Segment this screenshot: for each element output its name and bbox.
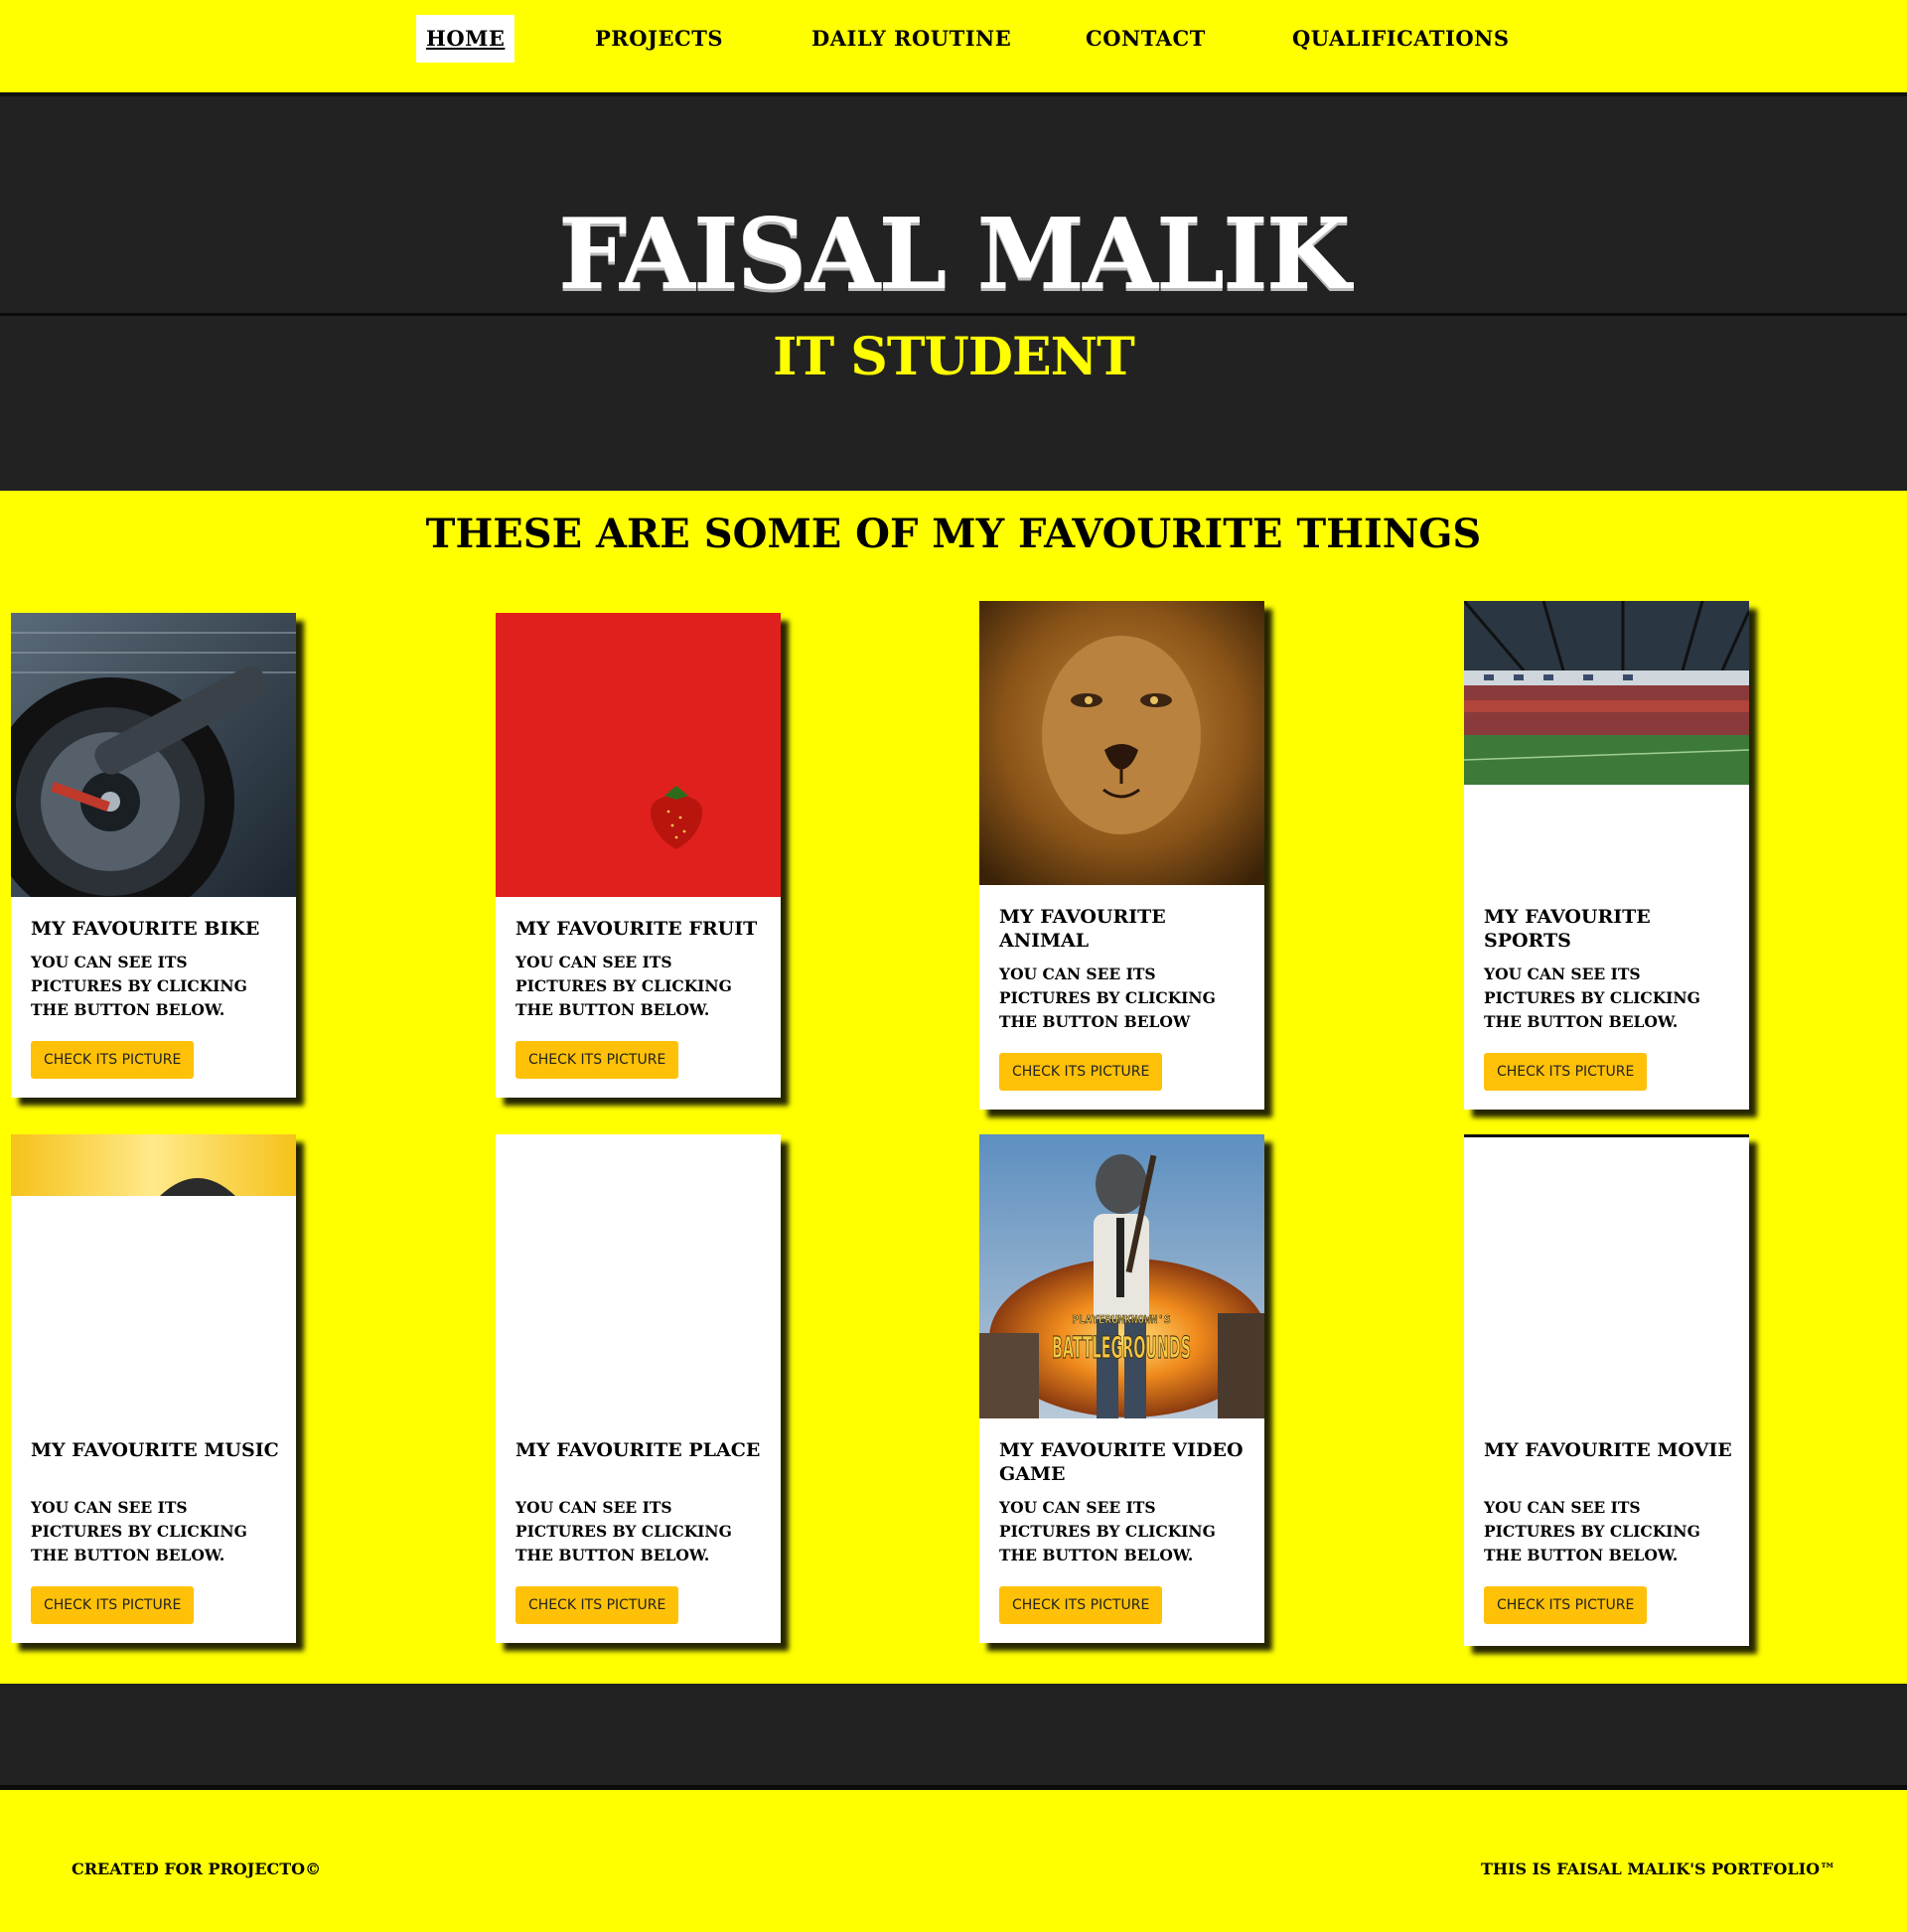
pubg-logo-top: PLAYERUNKNOWN'S [1072, 1313, 1170, 1326]
card-movie: MY FAVOURITE MOVIE YOU CAN SEE ITS PICTU… [1464, 1134, 1749, 1646]
card-title: MY FAVOURITE VIDEO GAME [999, 1439, 1244, 1485]
card-title: MY FAVOURITE FRUIT [515, 918, 758, 940]
card-bike: MY FAVOURITE BIKE YOU CAN SEE ITS PICTUR… [11, 613, 296, 1098]
card-text: YOU CAN SEE ITS PICTURES BY CLICKING THE… [515, 1498, 732, 1564]
check-picture-button[interactable]: CHECK ITS PICTURE [999, 1053, 1163, 1091]
check-picture-button[interactable]: CHECK ITS PICTURE [1484, 1586, 1648, 1624]
pubg-image: PLAYERUNKNOWN'S BATTLEGROUNDS [979, 1134, 1264, 1418]
stadium-image [1464, 601, 1749, 785]
fruit-image [496, 613, 781, 897]
card-title: MY FAVOURITE MUSIC [31, 1439, 279, 1461]
nav-qualifications[interactable]: QUALIFICATIONS [1282, 15, 1520, 63]
card-fruit: MY FAVOURITE FRUIT YOU CAN SEE ITS PICTU… [496, 613, 781, 1098]
check-picture-button[interactable]: CHECK ITS PICTURE [31, 1586, 195, 1624]
pubg-logo-bottom: BATTLEGROUNDS [1052, 1331, 1191, 1366]
check-picture-button[interactable]: CHECK ITS PICTURE [515, 1586, 679, 1624]
lion-image [979, 601, 1264, 885]
card-text: YOU CAN SEE ITS PICTURES BY CLICKING THE… [999, 965, 1216, 1031]
card-title: MY FAVOURITE ANIMAL [999, 906, 1166, 952]
music-image [11, 1134, 296, 1196]
nav-projects[interactable]: PROJECTS [585, 15, 733, 63]
card-title: MY FAVOURITE MOVIE [1484, 1439, 1732, 1461]
bike-image [11, 613, 296, 897]
dark-band [0, 1684, 1907, 1785]
card-text: YOU CAN SEE ITS PICTURES BY CLICKING THE… [1484, 1498, 1700, 1564]
card-text: YOU CAN SEE ITS PICTURES BY CLICKING THE… [31, 1498, 247, 1564]
hero-banner: FAISAL MALIK IT STUDENT [0, 96, 1907, 491]
check-picture-button[interactable]: CHECK ITS PICTURE [999, 1586, 1163, 1624]
nav-home[interactable]: HOME [416, 15, 515, 63]
footer-credit: CREATED FOR PROJECTO© [72, 1859, 322, 1878]
check-picture-button[interactable]: CHECK ITS PICTURE [31, 1041, 195, 1079]
card-music: MY FAVOURITE MUSIC YOU CAN SEE ITS PICTU… [11, 1134, 296, 1643]
card-title: MY FAVOURITE SPORTS [1484, 906, 1651, 952]
card-video-game: PLAYERUNKNOWN'S BATTLEGROUNDS MY FAVOURI… [979, 1134, 1264, 1643]
hero-title: FAISAL MALIK [558, 198, 1351, 312]
top-nav: HOME PROJECTS DAILY ROUTINE CONTACT QUAL… [0, 0, 1907, 96]
hero-divider [0, 313, 1907, 316]
card-place: MY FAVOURITE PLACE YOU CAN SEE ITS PICTU… [496, 1134, 781, 1643]
favourites-heading: THESE ARE SOME OF MY FAVOURITE THINGS [425, 511, 1482, 557]
hero-subtitle: IT STUDENT [773, 327, 1135, 387]
card-sports: MY FAVOURITE SPORTS YOU CAN SEE ITS PICT… [1464, 601, 1749, 1110]
card-title: MY FAVOURITE BIKE [31, 918, 260, 940]
card-title: MY FAVOURITE PLACE [515, 1439, 761, 1461]
card-text: YOU CAN SEE ITS PICTURES BY CLICKING THE… [515, 953, 732, 1019]
footer-divider [0, 1785, 1907, 1790]
check-picture-button[interactable]: CHECK ITS PICTURE [1484, 1053, 1648, 1091]
card-animal: MY FAVOURITE ANIMAL YOU CAN SEE ITS PICT… [979, 601, 1264, 1110]
card-text: YOU CAN SEE ITS PICTURES BY CLICKING THE… [999, 1498, 1216, 1564]
check-picture-button[interactable]: CHECK ITS PICTURE [515, 1041, 679, 1079]
card-text: YOU CAN SEE ITS PICTURES BY CLICKING THE… [1484, 965, 1700, 1031]
nav-daily-routine[interactable]: DAILY ROUTINE [802, 15, 1021, 63]
footer-portfolio-note: THIS IS FAISAL MALIK'S PORTFOLIO™ [1481, 1859, 1835, 1878]
card-text: YOU CAN SEE ITS PICTURES BY CLICKING THE… [31, 953, 247, 1019]
nav-contact[interactable]: CONTACT [1076, 15, 1216, 63]
